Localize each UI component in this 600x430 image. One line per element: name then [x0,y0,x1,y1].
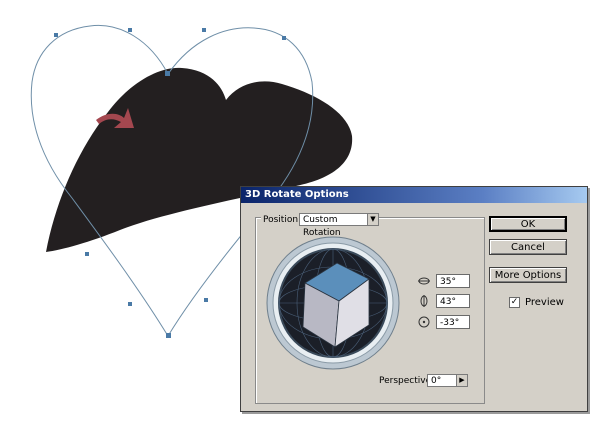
rotate-x-axis-icon [418,277,430,285]
rotate-z-axis-icon [418,316,430,328]
cancel-button[interactable]: Cancel [489,239,567,255]
play-arrow-icon[interactable]: ▶ [456,374,468,387]
position-label: Position: [261,215,304,225]
more-options-button[interactable]: More Options [489,267,567,283]
rotate-y-axis-icon [420,295,428,307]
perspective-label: Perspective: [379,376,435,386]
preview-label: Preview [525,297,564,308]
dialog-title-bar[interactable]: 3D Rotate Options [241,187,587,203]
rotation-trackball[interactable] [265,235,401,371]
3d-rotate-options-dialog: 3D Rotate Options Position: Custom Rotat… [240,186,588,412]
rotation-z-field[interactable]: -33° [436,315,470,329]
position-select[interactable]: Custom Rotation [299,213,369,238]
ok-button[interactable]: OK [489,216,567,232]
rotation-y-field[interactable]: 43° [436,294,470,308]
perspective-field[interactable]: 0° [427,374,457,387]
dialog-title: 3D Rotate Options [245,189,349,200]
preview-checkbox[interactable]: ✓ [509,297,520,308]
chevron-down-icon[interactable]: ▼ [367,213,379,226]
rotation-x-field[interactable]: 35° [436,274,470,288]
